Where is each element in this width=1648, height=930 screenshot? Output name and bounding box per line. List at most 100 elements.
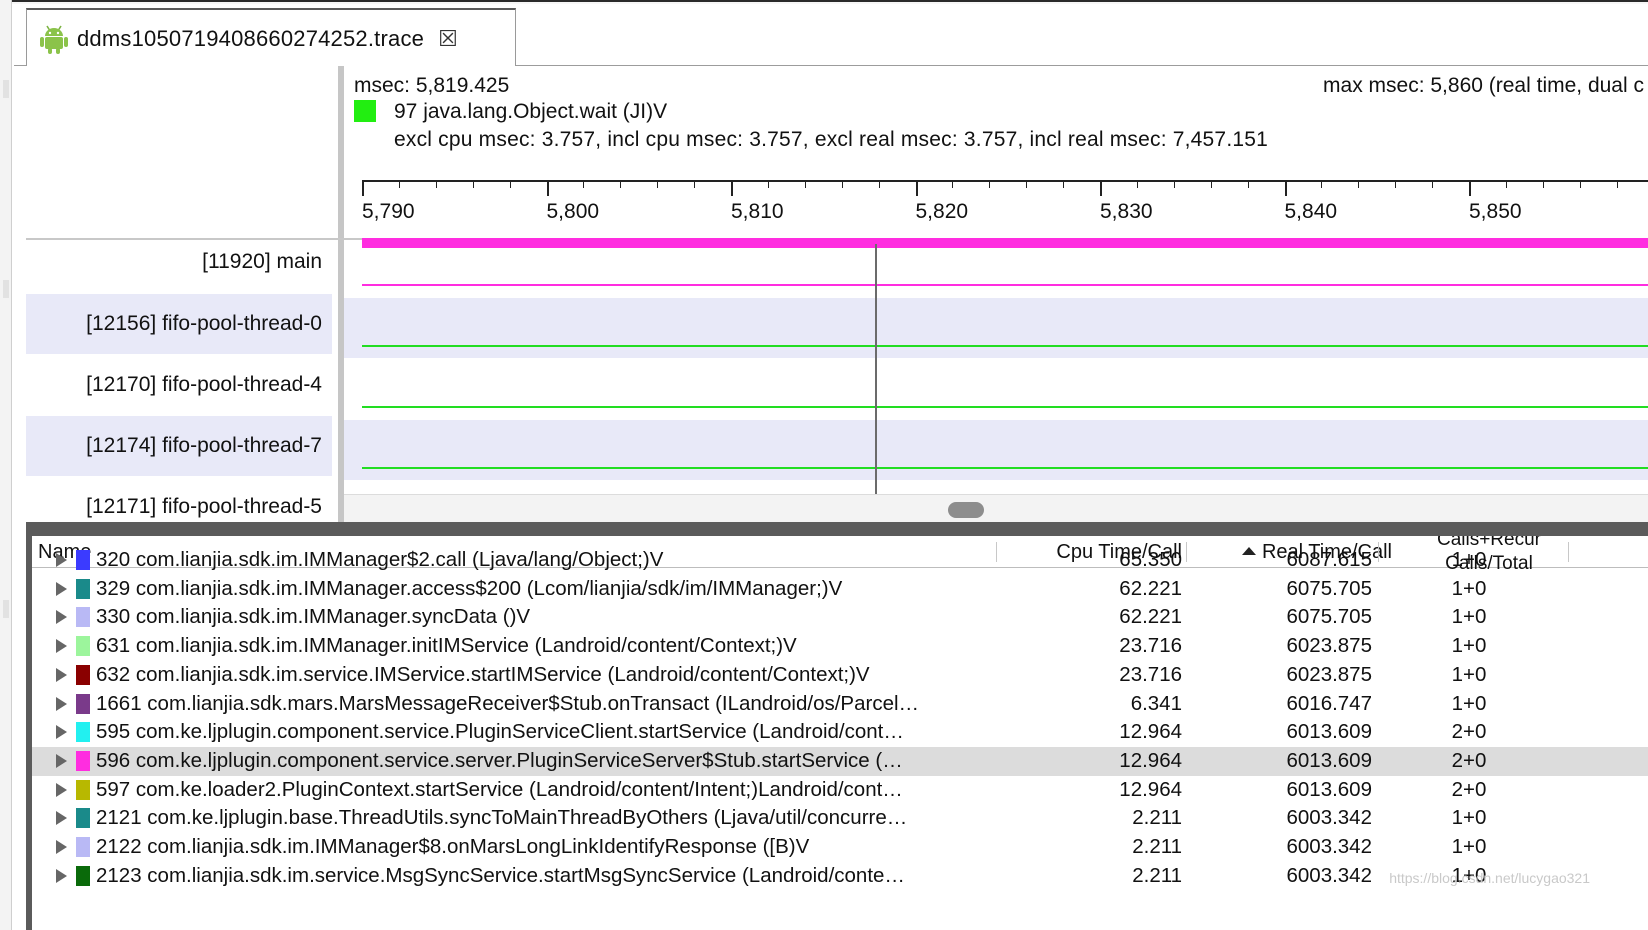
thread-label-main[interactable]: [11920] main [26,232,332,292]
expand-arrow-icon[interactable] [56,581,67,596]
axis-line [362,180,1648,182]
method-name-cell: 2122 com.lianjia.sdk.im.IMManager$8.onMa… [96,835,810,858]
table-row[interactable]: 595 com.ke.ljplugin.component.service.Pl… [32,718,1648,747]
axis-minor-tick [878,180,880,188]
expand-arrow-icon[interactable] [56,610,67,625]
axis-minor-tick [1321,180,1323,188]
axis-major-tick [1100,180,1102,196]
method-color-swatch [76,808,90,829]
edge-marker [3,280,9,298]
thread-track-fifo-7[interactable] [362,467,1648,469]
cpu-time-cell: 12.964 [1119,748,1182,772]
method-name-cell: 320 com.lianjia.sdk.im.IMManager$2.call … [96,548,664,571]
method-name-cell: 1661 com.lianjia.sdk.mars.MarsMessageRec… [96,691,920,715]
expand-arrow-icon[interactable] [56,868,67,883]
main-thread-method-bar[interactable] [362,238,1648,248]
close-tab-icon[interactable]: ☒ [438,26,458,52]
table-row[interactable]: 2122 com.lianjia.sdk.im.IMManager$8.onMa… [32,833,1648,862]
method-color-swatch [76,607,90,628]
table-row[interactable]: 597 com.ke.loader2.PluginContext.startSe… [32,776,1648,805]
calls-cell: 1+0 [1451,835,1487,858]
real-time-cell: 6023.875 [1286,634,1372,658]
axis-minor-tick [989,180,991,188]
calls-cell: 1+0 [1451,576,1487,600]
axis-tick-label: 5,820 [915,200,969,223]
real-time-cell: 6013.609 [1286,777,1372,801]
cpu-time-cell: 6.341 [1130,691,1182,715]
table-row[interactable]: 330 com.lianjia.sdk.im.IMManager.syncDat… [32,603,1648,632]
table-row[interactable]: 631 com.lianjia.sdk.im.IMManager.initIMS… [32,632,1648,661]
cpu-time-cell: 23.716 [1119,662,1182,686]
expand-arrow-icon[interactable] [56,811,67,826]
method-name-cell: 597 com.ke.loader2.PluginContext.startSe… [96,777,903,801]
axis-minor-tick [1063,180,1065,188]
expand-arrow-icon[interactable] [56,696,67,711]
calls-cell: 2+0 [1451,720,1487,744]
expand-arrow-icon[interactable] [56,553,67,567]
thread-track-fifo-0[interactable] [362,345,1648,347]
table-row[interactable]: 329 com.lianjia.sdk.im.IMManager.access$… [32,575,1648,604]
method-name-cell: 330 com.lianjia.sdk.im.IMManager.syncDat… [96,605,531,629]
axis-minor-tick [1616,180,1618,188]
axis-minor-tick [583,180,585,188]
real-time-cell: 6016.747 [1286,691,1372,715]
axis-minor-tick [1542,180,1544,188]
axis-major-tick [1284,180,1287,196]
calls-cell: 1+0 [1451,691,1487,715]
tab-title: ddms1050719408660274252.trace [77,26,425,51]
expand-arrow-icon[interactable] [56,782,67,797]
method-color-swatch [76,722,90,743]
expand-arrow-icon[interactable] [56,753,67,768]
expand-arrow-icon[interactable] [56,667,67,682]
trace-file-tab[interactable]: ddms1050719408660274252.trace ☒ [26,8,516,68]
table-row[interactable]: 632 com.lianjia.sdk.im.service.IMService… [32,661,1648,690]
axis-tick-label: 5,850 [1469,200,1522,223]
timeline-horizontal-scrollbar[interactable] [344,494,1648,524]
max-msec-label: max msec: 5,860 (real time, dual c [1323,74,1644,97]
table-row[interactable]: 1661 com.lianjia.sdk.mars.MarsMessageRec… [32,690,1648,719]
calls-cell: 2+0 [1451,748,1487,772]
axis-tick-label: 5,790 [362,200,415,223]
method-color-swatch [76,837,90,857]
timeline-pane: msec: 5,819.425 max msec: 5,860 (real ti… [14,66,1648,560]
axis-minor-tick [1432,180,1434,188]
cpu-time-cell: 12.964 [1119,777,1182,801]
thread-track-main[interactable] [362,284,1648,286]
method-color-swatch [76,693,90,714]
method-color-swatch [76,664,90,685]
edge-marker [3,600,9,618]
thread-label-fifo-7[interactable]: [12174] fifo-pool-thread-7 [26,416,332,476]
real-time-cell: 6003.342 [1286,806,1372,830]
method-name-cell: 329 com.lianjia.sdk.im.IMManager.access$… [96,576,843,600]
thread-label-fifo-4[interactable]: [12170] fifo-pool-thread-4 [26,355,332,415]
expand-arrow-icon[interactable] [56,725,67,740]
method-color-swatch [76,865,90,886]
table-row[interactable]: 596 com.ke.ljplugin.component.service.se… [32,746,1648,776]
axis-minor-tick [1505,180,1507,188]
real-time-cell: 6075.705 [1286,605,1372,629]
current-msec-label: msec: 5,819.425 [354,74,510,97]
calls-cell: 1+0 [1451,806,1487,830]
table-row[interactable]: 320 com.lianjia.sdk.im.IMManager$2.call … [32,546,1648,575]
cpu-time-cell: 2.211 [1132,835,1182,858]
left-window-edge [0,0,12,930]
method-name-cell: 595 com.ke.ljplugin.component.service.Pl… [96,720,904,744]
expand-arrow-icon[interactable] [56,639,67,654]
axis-major-tick [915,180,918,196]
cpu-time-cell: 2.211 [1132,863,1182,887]
method-name-cell: 631 com.lianjia.sdk.im.IMManager.initIMS… [96,634,797,658]
method-color-swatch [76,550,90,570]
calls-cell: 2+0 [1451,777,1487,801]
scrollbar-thumb[interactable] [948,502,984,518]
expand-arrow-icon[interactable] [56,840,67,854]
pane-splitter[interactable] [26,522,1648,536]
axis-minor-tick [509,180,511,188]
axis-tick-label: 5,830 [1100,200,1153,223]
table-row[interactable]: 2121 com.ke.ljplugin.base.ThreadUtils.sy… [32,804,1648,833]
method-color-swatch [354,100,376,122]
thread-track-fifo-4[interactable] [362,406,1648,408]
axis-minor-tick [1136,180,1138,188]
method-name-cell: 2121 com.ke.ljplugin.base.ThreadUtils.sy… [96,806,908,830]
axis-major-tick [1469,180,1471,196]
thread-label-fifo-0[interactable]: [12156] fifo-pool-thread-0 [26,294,332,354]
